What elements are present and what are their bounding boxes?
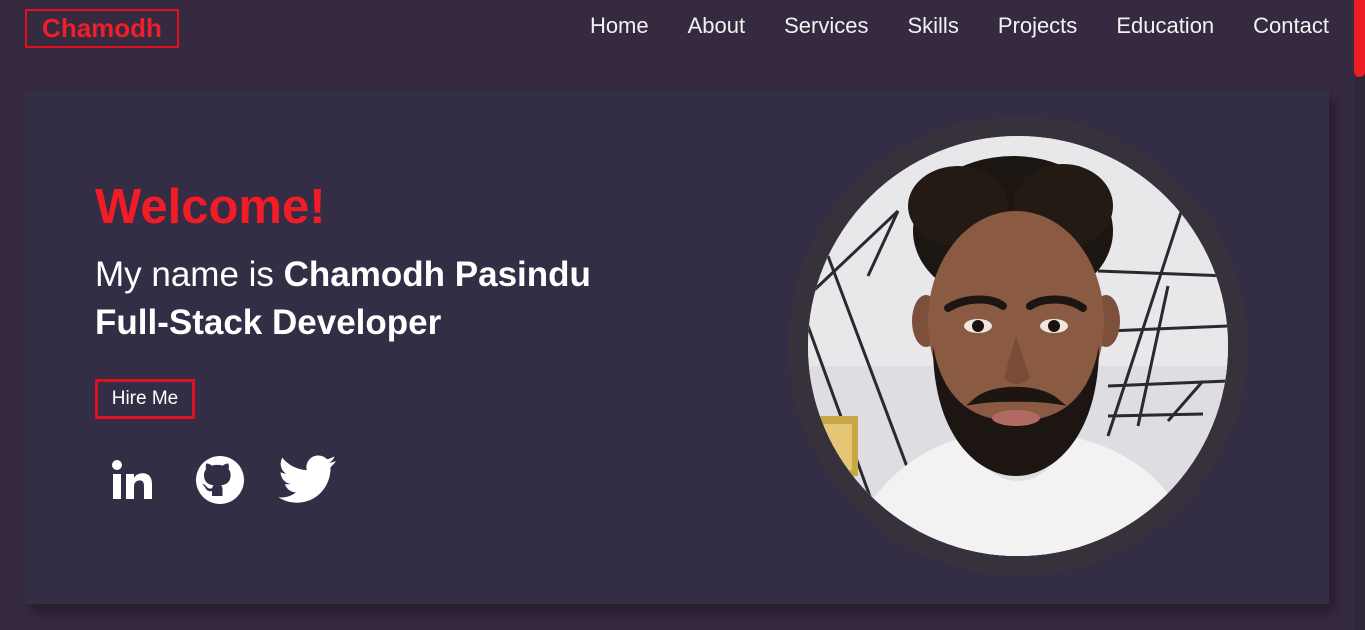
linkedin-link[interactable] [102, 452, 162, 508]
profile-photo-illustration [808, 136, 1228, 556]
linkedin-icon [112, 460, 152, 499]
developer-role: Full-Stack Developer [95, 303, 442, 342]
github-icon [196, 456, 244, 504]
nav-services[interactable]: Services [784, 12, 868, 40]
social-links [102, 452, 366, 508]
brand-logo[interactable]: Chamodh [25, 9, 179, 48]
nav-about[interactable]: About [688, 12, 746, 40]
twitter-link[interactable] [278, 452, 338, 508]
twitter-icon [278, 455, 336, 503]
profile-photo-frame [788, 116, 1248, 576]
welcome-heading: Welcome! [95, 180, 326, 234]
hero-section: Welcome! My name is Chamodh Pasindu Full… [25, 90, 1329, 604]
intro-prefix: My name is [95, 255, 284, 294]
nav-projects[interactable]: Projects [998, 12, 1077, 40]
nav-contact[interactable]: Contact [1253, 12, 1329, 40]
scrollbar-thumb[interactable] [1354, 0, 1365, 77]
intro-text: My name is Chamodh Pasindu [95, 250, 591, 299]
profile-photo [808, 136, 1228, 556]
developer-name: Chamodh Pasindu [283, 255, 591, 294]
page: Chamodh Home About Services Skills Proje… [0, 0, 1365, 630]
main-nav: Home About Services Skills Projects Educ… [551, 12, 1329, 40]
nav-skills[interactable]: Skills [907, 12, 958, 40]
hire-me-button[interactable]: Hire Me [95, 379, 195, 419]
nav-home[interactable]: Home [590, 12, 649, 40]
nav-education[interactable]: Education [1116, 12, 1214, 40]
page-scrollbar[interactable] [1354, 0, 1365, 630]
github-link[interactable] [190, 452, 250, 508]
